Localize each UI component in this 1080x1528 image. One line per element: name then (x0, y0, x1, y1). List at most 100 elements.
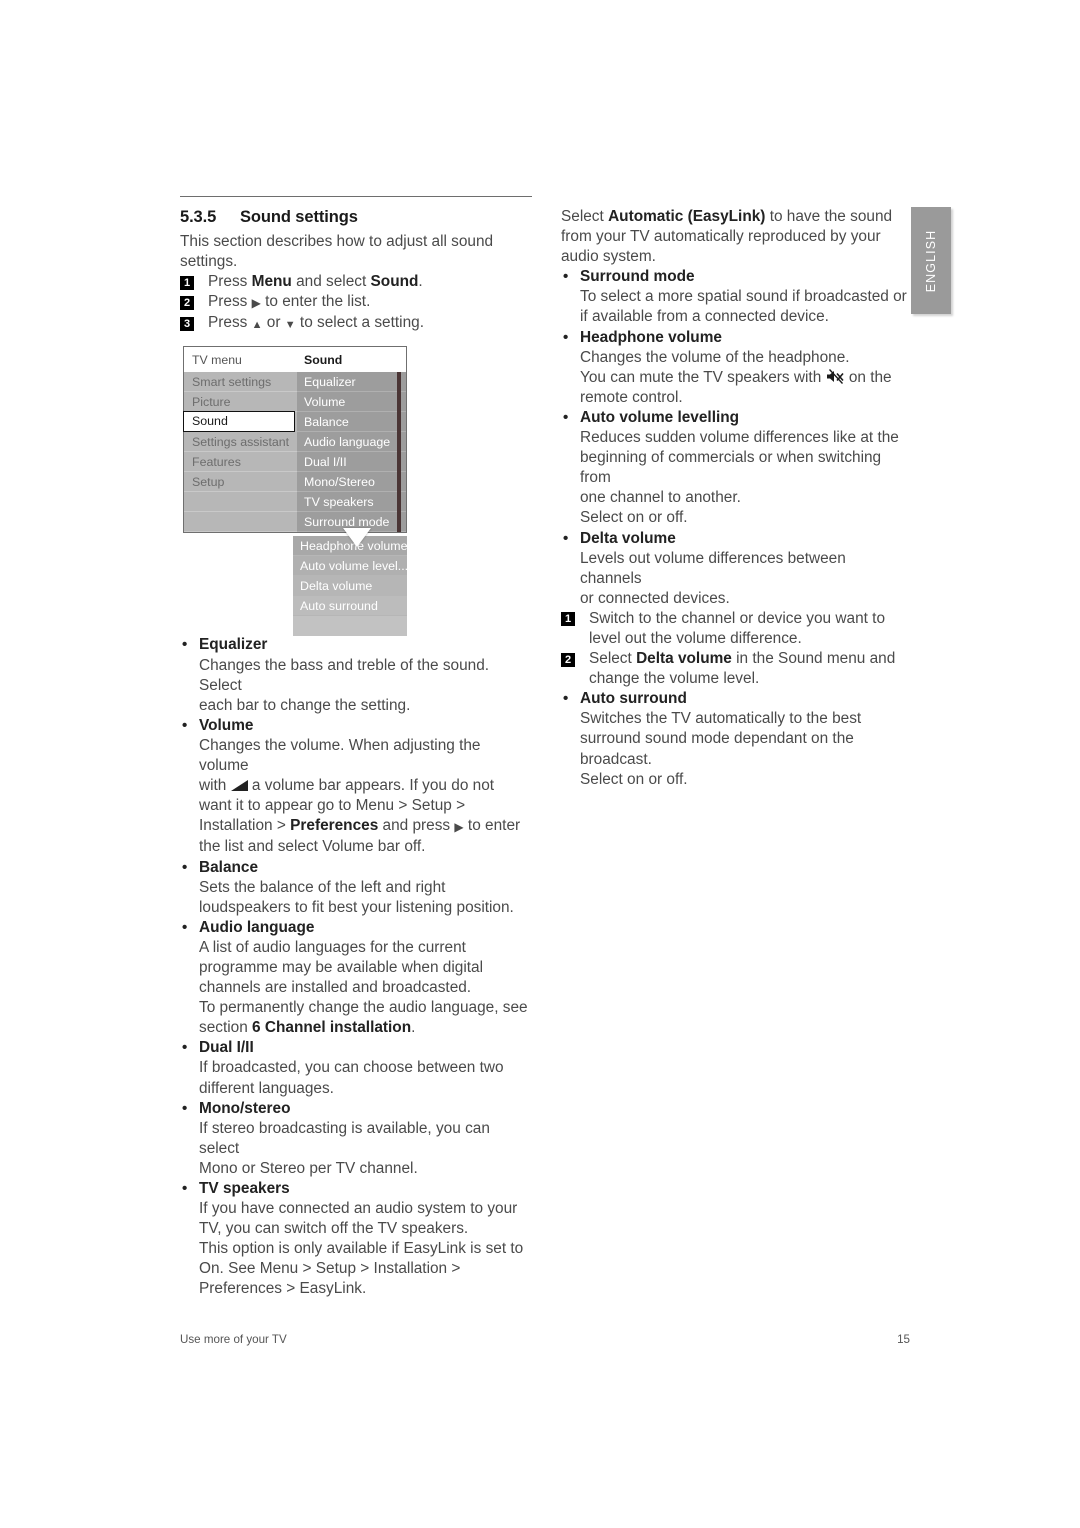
text-line: Reduces sudden volume differences like a… (580, 429, 899, 447)
text-line: To select a more spatial sound if broadc… (580, 288, 907, 306)
sound-menu-item-dual[interactable]: Dual I/II (297, 452, 406, 472)
bullet-equalizer-title: Equalizer (180, 635, 532, 655)
text-line: Changes the volume. When adjusting the v… (199, 736, 481, 775)
arrow-right-icon: ▶ (454, 820, 464, 835)
language-tab: ENGLISH (911, 207, 951, 314)
tv-menu-figure: TV menu Sound Smart settings Picture Sou… (183, 346, 407, 636)
text-line: one channel to another. (580, 489, 741, 507)
sound-menu-item-delta-volume[interactable]: Delta volume (293, 576, 407, 596)
bullet-audio-language-title: Audio language (180, 918, 532, 938)
delta-step-2-badge: 2 (561, 652, 575, 667)
step-3-post: to select a setting. (295, 314, 424, 332)
tv-menu-left-list: Smart settings Picture Sound Settings as… (183, 372, 297, 532)
bullet-tv-speakers-body: If you have connected an audio system to… (180, 1199, 532, 1299)
right-lead-paragraph: Select Automatic (EasyLink) to have the … (561, 207, 909, 267)
channel-installation-bold: 6 Channel installation (252, 1019, 412, 1037)
tv-menu-right-list: Equalizer Volume Balance Audio language … (297, 372, 406, 532)
text-line: TV, you can switch off the TV speakers. (199, 1220, 469, 1238)
step-1-pre: Press (208, 273, 252, 291)
tv-menu-item-settings-assistant[interactable]: Settings assistant (184, 432, 297, 452)
bullet-delta-volume-title: Delta volume (561, 529, 909, 549)
text-line: or connected devices. (580, 589, 730, 607)
tv-menu-item-features[interactable]: Features (184, 452, 297, 472)
text-line: Sets the balance of the left and right (199, 878, 446, 896)
sound-menu-item-tv-speakers[interactable]: TV speakers (297, 492, 406, 512)
delta-step-2: 2 Select Delta volume in the Sound menu … (561, 649, 909, 689)
tv-menu-item-smart-settings[interactable]: Smart settings (184, 372, 297, 392)
text-line: if available from a connected device. (580, 308, 829, 326)
tv-menu-overflow-list: Headphone volume Auto volume level... De… (293, 528, 407, 636)
text-line: surround sound mode dependant on the (580, 730, 854, 748)
tv-menu-item-sound[interactable]: Sound (183, 411, 295, 432)
sound-menu-item-auto-volume-level[interactable]: Auto volume level... (293, 556, 407, 576)
bullet-headphone-volume-title: Headphone volume (561, 328, 909, 348)
step-1-bold-menu: Menu (251, 273, 292, 291)
text-line: Select on or off. (580, 770, 688, 788)
mute-icon (826, 368, 845, 384)
text-line: This option is only available if EasyLin… (199, 1240, 524, 1258)
tv-menu-header-left: TV menu (192, 352, 242, 367)
footer-left-text: Use more of your TV (180, 1333, 287, 1346)
text-line: each bar to change the setting. (199, 696, 411, 714)
tv-menu-box: TV menu Sound Smart settings Picture Sou… (183, 346, 407, 533)
arrow-right-icon: ▶ (251, 296, 261, 311)
text-line: Mono or Stereo per TV channel. (199, 1159, 418, 1177)
tv-menu-item-setup[interactable]: Setup (184, 472, 297, 492)
right-column: Select Automatic (EasyLink) to have the … (561, 207, 909, 790)
sound-menu-item-mono-stereo[interactable]: Mono/Stereo (297, 472, 406, 492)
arrow-up-icon: ▲ (251, 319, 263, 332)
bullet-dual-body: If broadcasted, you can choose between t… (180, 1058, 532, 1098)
step-1-badge: 1 (180, 275, 194, 290)
text-line: different languages. (199, 1079, 334, 1097)
sound-menu-item-balance[interactable]: Balance (297, 412, 406, 432)
volume-ramp-icon (230, 780, 248, 792)
section-number: 5.3.5 (180, 208, 217, 226)
bullet-volume-title: Volume (180, 716, 532, 736)
step-2-badge: 2 (180, 295, 194, 310)
bullet-mono-stereo-title: Mono/stereo (180, 1099, 532, 1119)
text-line: To permanently change the audio language… (199, 999, 528, 1017)
header-rule (180, 196, 532, 197)
text-line: Select (561, 208, 609, 225)
text-line: Levels out volume differences between ch… (580, 549, 846, 587)
delta-step-1-text: Switch to the channel or device you want… (589, 609, 886, 647)
bullet-equalizer-body: Changes the bass and treble of the sound… (180, 656, 532, 716)
text-line: On. See Menu > Setup > Installation > (199, 1260, 461, 1278)
step-1-bold-sound: Sound (370, 273, 419, 291)
step-3-mid: or (262, 314, 285, 332)
bullet-audio-language-body: A list of audio languages for the curren… (199, 938, 528, 1037)
text-line: Switches the TV automatically to the bes… (580, 710, 862, 728)
delta-step-2-pre: Select (589, 650, 637, 668)
bullet-surround-mode-title: Surround mode (561, 267, 909, 287)
sound-menu-item-audio-language[interactable]: Audio language (297, 432, 406, 452)
bullet-balance-title: Balance (180, 858, 532, 878)
language-tab-label: ENGLISH (924, 229, 938, 292)
sound-menu-item-volume[interactable]: Volume (297, 392, 406, 412)
bullet-auto-surround-body: Switches the TV automatically to the bes… (561, 709, 909, 789)
text-line: If you have connected an audio system to… (199, 1200, 518, 1218)
text-line: Preferences > EasyLink. (199, 1280, 367, 1298)
page-footer: Use more of your TV 15 (180, 1333, 910, 1346)
section-intro: This section describes how to adjust all… (180, 233, 494, 271)
step-2: 2 Press ▶ to enter the list. (180, 292, 532, 313)
text-line: broadcast. (580, 750, 652, 768)
bullet-tv-speakers-title: TV speakers (180, 1179, 532, 1199)
sound-menu-item-blank (293, 616, 407, 636)
bullet-auto-volume-levelling-body: Reduces sudden volume differences like a… (561, 428, 909, 528)
text-line: A list of audio languages for the curren… (199, 938, 466, 956)
tv-menu-scrollbar[interactable] (397, 372, 401, 532)
chevron-down-icon (343, 528, 371, 547)
tv-menu-item-picture[interactable]: Picture (184, 392, 297, 412)
step-2-pre: Press (208, 293, 252, 311)
sound-menu-item-equalizer[interactable]: Equalizer (297, 372, 406, 392)
text-line: Changes the bass and treble of the sound… (199, 656, 490, 694)
sound-menu-item-auto-surround[interactable]: Auto surround (293, 596, 407, 616)
preferences-bold: Preferences (290, 817, 379, 835)
text-line: beginning of commercials or when switchi… (580, 449, 882, 487)
step-1-mid: and select (291, 273, 371, 291)
bullet-delta-volume-body: Levels out volume differences between ch… (561, 549, 909, 609)
step-1-post: . (418, 273, 423, 291)
tv-menu-item-blank (184, 492, 297, 512)
text-line: remote control. (580, 388, 683, 406)
tv-menu-item-blank (184, 512, 297, 532)
